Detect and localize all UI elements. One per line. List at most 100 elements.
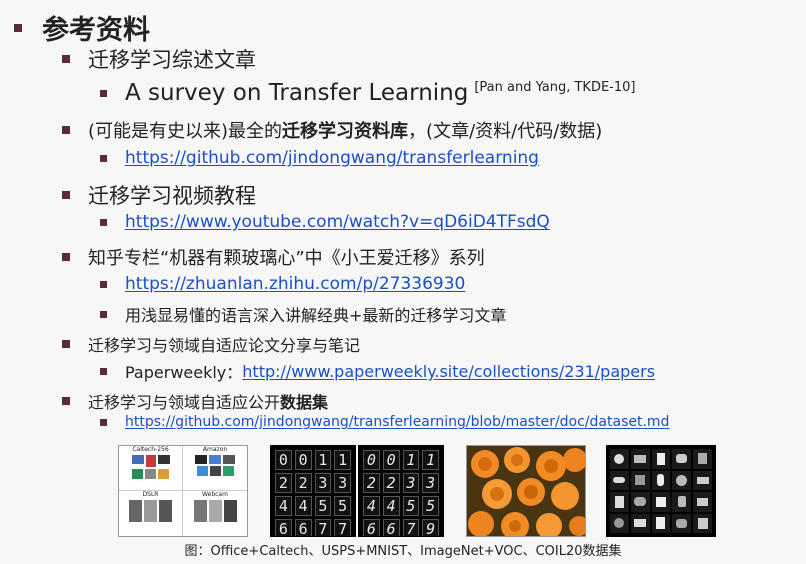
item-paperweekly: 迁移学习与领域自适应论文分享与笔记 [62,332,360,356]
digit-cell: 0 [275,450,292,470]
paper-citation: [Pan and Yang, TKDE-10] [474,80,636,95]
digit-cell: 2 [275,473,292,493]
item-text: 迁移学习综述文章 [88,48,256,72]
bullet-icon [14,23,22,32]
digit-cell: 9 [422,519,439,536]
object-cell [651,492,671,512]
digit-cell: 5 [314,496,332,516]
item-survey: 迁移学习综述文章 [62,44,256,74]
subitem-zhihu-desc: 用浅显易懂的语言深入讲解经典+最新的迁移学习文章 [100,302,506,326]
digit-cell: 6 [382,519,400,536]
digit-cell: 0 [363,450,380,470]
caltech-panel: Caltech-256 [119,446,183,491]
paperweekly-label: Paperweekly： [125,363,243,382]
bullet-icon [100,154,107,162]
object-cell [693,513,712,533]
object-cell [672,470,692,490]
digit-cell: 1 [402,450,420,470]
item-repo: (可能是有史以来)最全的迁移学习资料库，(文章/资料/代码/数据) [62,117,602,143]
digit-cell: 3 [314,473,332,493]
digit-cell: 4 [382,496,400,516]
paper-title: A survey on Transfer Learning [125,80,469,106]
bullet-icon [62,253,70,261]
object-cell [651,449,671,469]
digit-cell: 6 [275,519,292,536]
dataset-link[interactable]: https://github.com/jindongwang/transferl… [125,414,669,430]
coil20-grid [607,446,715,536]
item-datasets: 迁移学习与领域自适应公开数据集 [62,389,328,413]
item-video: 迁移学习视频教程 [62,180,256,210]
item-text: 迁移学习与领域自适应公开数据集 [88,393,329,412]
mnist-digits-image: 0 0 1 1 2 2 3 3 4 4 5 5 6 6 7 9 [358,445,444,537]
imagenet-roses-image [466,445,586,537]
webcam-panel: Webcam [183,491,247,536]
object-cell [610,449,629,469]
amazon-panel: Amazon [183,446,247,491]
digit-cell: 4 [294,496,312,516]
digit-cell: 1 [314,450,332,470]
repo-link[interactable]: https://github.com/jindongwang/transferl… [125,148,539,168]
digit-cell: 6 [294,519,312,536]
digit-cell: 5 [334,496,351,516]
digit-cell: 5 [402,496,420,516]
digit-cell: 0 [382,450,400,470]
object-cell [610,492,629,512]
object-cell [651,513,671,533]
digit-cell: 7 [402,519,420,536]
bullet-icon [62,397,70,405]
object-cell [672,513,692,533]
object-cell [672,492,692,512]
bullet-icon [100,310,107,318]
digit-cell: 2 [382,473,400,493]
dslr-panel: DSLR [119,491,183,536]
zhihu-description: 用浅显易懂的语言深入讲解经典+最新的迁移学习文章 [125,306,507,325]
item-text: (可能是有史以来)最全的迁移学习资料库，(文章/资料/代码/数据) [88,121,603,142]
title-row: 参考资料 [14,8,150,47]
subitem-datasets-link: https://github.com/jindongwang/transferl… [100,414,669,430]
coil20-image [606,445,716,537]
item-text: 迁移学习与领域自适应论文分享与笔记 [88,336,361,355]
bullet-icon [100,418,107,426]
item-zhihu: 知乎专栏“机器有颗玻璃心”中《小王爱迁移》系列 [62,244,485,270]
object-cell [672,449,692,469]
digit-cell: 3 [422,473,439,493]
object-cell [630,513,650,533]
figure-caption: 图：Office+Caltech、USPS+MNIST、ImageNet+VOC… [184,544,622,559]
usps-digits-image: 0 0 1 1 2 2 3 3 4 4 5 5 6 6 7 7 [270,445,356,537]
bullet-icon [100,367,107,375]
digit-cell: 4 [363,496,380,516]
object-cell [610,470,629,490]
bullet-icon [62,191,70,199]
page-title: 参考资料 [42,15,150,46]
digit-cell: 7 [314,519,332,536]
item-text: 迁移学习视频教程 [88,184,256,208]
digit-cell: 6 [363,519,380,536]
digit-cell: 3 [334,473,351,493]
roses-illustration [467,446,585,536]
usps-digit-grid: 0 0 1 1 2 2 3 3 4 4 5 5 6 6 7 7 [271,446,355,536]
subitem-survey-paper: A survey on Transfer Learning [Pan and Y… [100,80,635,106]
bullet-icon [100,280,107,288]
digit-cell: 7 [334,519,351,536]
bullet-icon [62,340,70,348]
paperweekly-link[interactable]: http://www.paperweekly.site/collections/… [242,362,655,381]
object-cell [693,470,712,490]
bullet-icon [62,55,70,63]
zhihu-link[interactable]: https://zhuanlan.zhihu.com/p/27336930 [125,274,465,294]
office-caltech-image: Caltech-256 Amazon DSLR Webcam [118,445,248,537]
subitem-paperweekly-link: Paperweekly： http://www.paperweekly.site… [100,359,655,383]
video-link[interactable]: https://www.youtube.com/watch?v=qD6iD4TF… [125,212,550,232]
digit-cell: 5 [422,496,439,516]
digit-cell: 2 [294,473,312,493]
digit-cell: 3 [402,473,420,493]
bullet-icon [100,89,107,97]
digit-cell: 0 [294,450,312,470]
object-cell [693,492,712,512]
digit-cell: 4 [275,496,292,516]
mnist-digit-grid: 0 0 1 1 2 2 3 3 4 4 5 5 6 6 7 9 [359,446,443,536]
digit-cell: 2 [363,473,380,493]
subitem-video-link: https://www.youtube.com/watch?v=qD6iD4TF… [100,212,550,232]
subitem-zhihu-link: https://zhuanlan.zhihu.com/p/27336930 [100,274,465,294]
object-cell [630,449,650,469]
object-cell [610,513,629,533]
